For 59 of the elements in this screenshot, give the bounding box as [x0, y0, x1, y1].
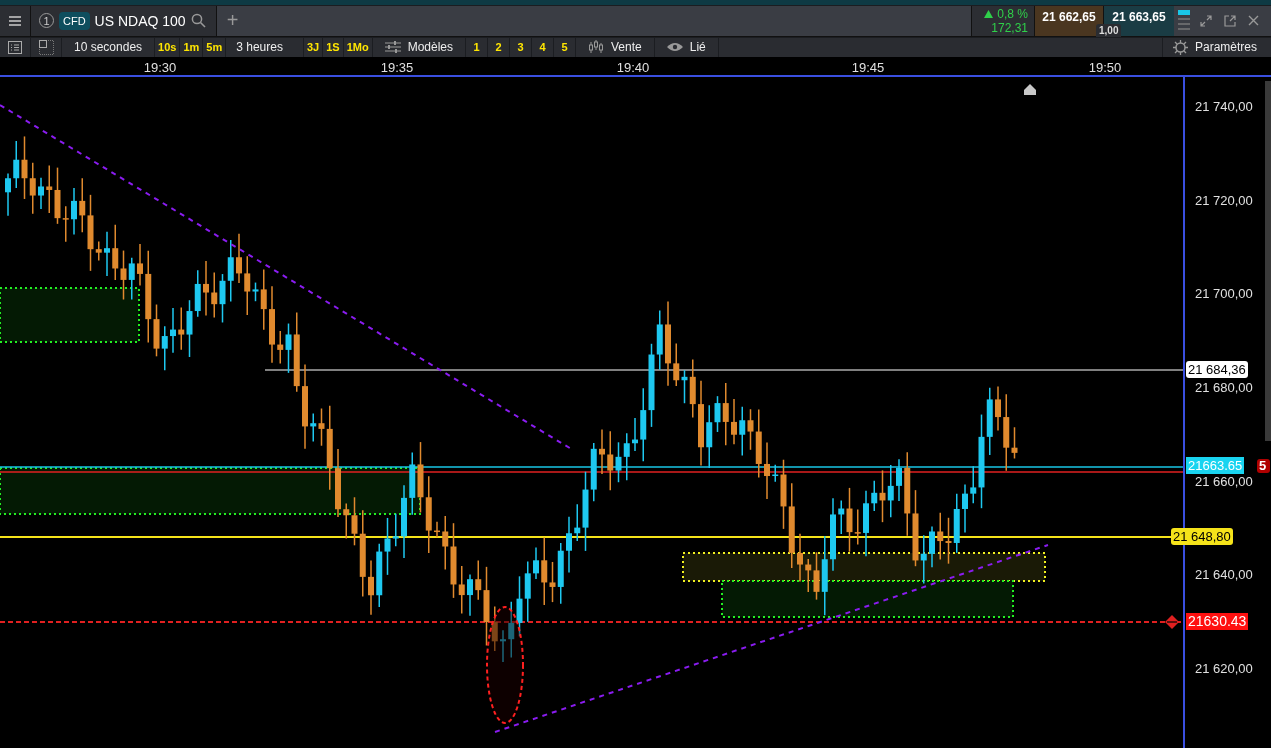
search-icon[interactable]: [190, 13, 206, 29]
interval-preset-button[interactable]: 1m: [180, 37, 203, 58]
eye-icon: [666, 42, 683, 53]
menu-button[interactable]: [0, 5, 31, 36]
price-axis-label: 21 700,00: [1195, 286, 1253, 302]
range-preset-button[interactable]: 1S: [323, 37, 343, 58]
chart-type-button[interactable]: Vente: [576, 37, 654, 58]
time-axis-label: 19:40: [616, 60, 650, 76]
price-axis-label: 21 620,00: [1195, 660, 1253, 676]
settings-icon: [1172, 39, 1188, 55]
layout-button[interactable]: [31, 37, 61, 58]
layout-bars-icon[interactable]: [1178, 9, 1190, 32]
template-slot-button[interactable]: 1: [466, 37, 487, 58]
interval-preset-button[interactable]: 10s: [155, 37, 180, 58]
candlestick-icon: [588, 40, 604, 55]
template-slot-button[interactable]: 2: [488, 37, 509, 58]
scrollbar[interactable]: [1265, 81, 1271, 441]
time-axis-label: 19:30: [143, 60, 177, 76]
price-axis-label: 21 680,00: [1195, 379, 1253, 395]
price-tag: 21 684,36: [1186, 361, 1248, 378]
interval-dropdown[interactable]: 10 secondes: [62, 37, 155, 58]
price-tag: 21630.43: [1186, 613, 1249, 630]
grid-layout-icon: [38, 39, 54, 55]
change-points: 172,31: [991, 20, 1028, 35]
price-axis-label: 21 640,00: [1195, 567, 1253, 583]
price-axis-label: 21 740,00: [1195, 99, 1253, 114]
order-handle-icon[interactable]: [1165, 615, 1179, 629]
time-axis-label: 19:50: [1088, 60, 1122, 76]
close-icon[interactable]: [1248, 15, 1259, 27]
instrument-badge: CFD: [59, 11, 90, 30]
range-dropdown[interactable]: 3 heures: [226, 37, 303, 58]
add-tab-button[interactable]: +: [216, 9, 249, 33]
menu-icon: [9, 15, 21, 26]
time-axis-label: 19:45: [851, 60, 885, 76]
home-marker-icon: [1024, 84, 1036, 95]
template-slot-button[interactable]: 5: [554, 37, 575, 58]
popout-icon[interactable]: [1224, 14, 1236, 27]
settings-button[interactable]: Paramètres: [1162, 37, 1271, 58]
time-axis-label: 19:35: [380, 60, 414, 76]
change-percent: 0,8 %: [997, 6, 1028, 21]
price-tag: 21663.65: [1186, 457, 1245, 474]
expand-icon[interactable]: [1200, 14, 1212, 27]
instrument-name: US NDAQ 100: [94, 12, 186, 29]
link-button[interactable]: Lié: [654, 37, 718, 58]
price-axis-label: 21 660,00: [1195, 473, 1253, 489]
list-icon: [8, 40, 22, 54]
price-axis-label: 21 720,00: [1195, 192, 1253, 208]
instrument-tab[interactable]: 1 CFD US NDAQ 100: [31, 5, 217, 36]
up-arrow-icon: [984, 9, 994, 18]
range-preset-button[interactable]: 1Mo: [343, 37, 372, 58]
template-slot-button[interactable]: 4: [532, 37, 553, 58]
price-tag: 21 648,80: [1171, 528, 1233, 545]
template-slot-button[interactable]: 3: [510, 37, 531, 58]
price-tag: 5: [1257, 459, 1271, 473]
list-button[interactable]: [0, 37, 30, 58]
range-preset-button[interactable]: 3J: [303, 37, 323, 58]
interval-preset-button[interactable]: 5m: [203, 37, 226, 58]
templates-button[interactable]: Modèles: [372, 37, 465, 58]
sliders-icon: [384, 41, 401, 54]
